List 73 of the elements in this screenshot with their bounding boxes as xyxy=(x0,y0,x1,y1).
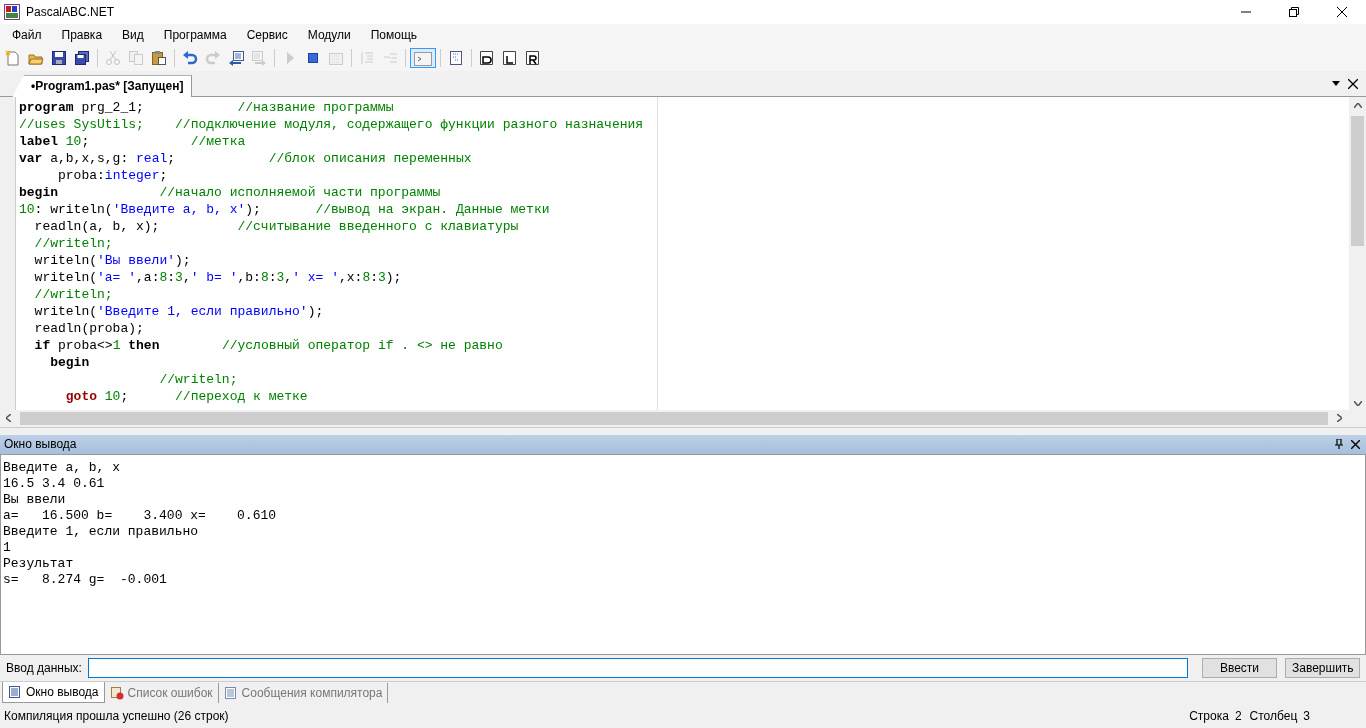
paste-icon[interactable] xyxy=(151,50,167,67)
error-list-icon xyxy=(109,686,124,701)
menu-item[interactable]: Модули xyxy=(299,27,359,42)
code-line: label 10; //метка xyxy=(18,133,247,151)
maximize-icon[interactable] xyxy=(1289,6,1299,17)
input-label: Ввод данных: xyxy=(6,661,82,676)
close-icon[interactable] xyxy=(1348,78,1358,89)
panel-title: Окно вывода xyxy=(4,437,78,452)
code-line: var a,b,x,s,g: real; //блок описания переменных xyxy=(18,150,473,168)
dialog-button[interactable]: Ввести xyxy=(1202,658,1277,679)
output-line: 1 xyxy=(3,539,12,556)
close-icon[interactable] xyxy=(1351,439,1360,449)
menu-item[interactable]: Вид xyxy=(114,27,152,42)
output-line: s= 8.274 g= -0.001 xyxy=(3,571,168,588)
document-icon xyxy=(223,686,238,701)
code-line: writeln('Введите 1, если правильно'); xyxy=(33,303,325,321)
code-line: //writeln; xyxy=(33,286,114,304)
menu-item[interactable]: Правка xyxy=(53,27,111,42)
code-line: readln(a, b, x); //считывание введенного с клавиатуры xyxy=(33,218,520,236)
document-r-icon[interactable] xyxy=(525,50,541,67)
code-line: begin xyxy=(49,354,91,372)
code-line: proba:integer; xyxy=(57,167,169,185)
window-title: PascalABC.NET xyxy=(26,4,116,19)
code-line: 10: writeln('Введите a, b, x'); //вывод на экран. Данные метки xyxy=(18,201,551,219)
output-line: Вы ввели xyxy=(3,491,67,508)
document-l-icon[interactable] xyxy=(502,50,518,67)
status-message: Компиляция прошла успешно (26 строк) xyxy=(4,709,230,724)
code-line: if proba<>1 then //условный оператор if . <> не равно xyxy=(33,337,504,355)
document-d-icon[interactable] xyxy=(479,50,495,67)
output-line: a= 16.500 b= 3.400 x= 0.610 xyxy=(3,507,278,524)
output-line: Введите a, b, x xyxy=(3,459,122,476)
indent-left-icon[interactable] xyxy=(228,50,244,67)
undo-arrow-icon[interactable] xyxy=(182,50,198,67)
save-all-icon[interactable] xyxy=(74,50,90,67)
list-icon[interactable] xyxy=(448,50,464,67)
scroll-left-icon[interactable] xyxy=(6,414,11,423)
dropdown-icon[interactable] xyxy=(1332,81,1340,87)
dialog-button[interactable]: Завершить xyxy=(1285,658,1360,679)
output-line: Результат xyxy=(3,555,75,572)
output-line: 16.5 3.4 0.61 xyxy=(3,475,106,492)
output-line: Введите 1, если правильно xyxy=(3,523,200,540)
menu-item[interactable]: Файл xyxy=(4,27,50,42)
file-tab[interactable]: •Program1.pas* [Запущен] xyxy=(12,75,193,98)
panel-tab[interactable]: Список ошибок xyxy=(104,683,219,704)
scroll-down-icon[interactable] xyxy=(1353,400,1362,406)
status-label: Столбец xyxy=(1249,709,1298,724)
pin-icon[interactable] xyxy=(1335,439,1343,450)
code-line: //writeln; xyxy=(33,235,114,253)
code-line: //uses SysUtils; //подключение модуля, содержащего функции разного назначения xyxy=(18,116,645,134)
code-line: readln(proba); xyxy=(33,320,145,338)
code-line: //writeln; xyxy=(158,371,239,389)
status-value: 2 xyxy=(1234,709,1242,724)
document-icon xyxy=(8,685,22,700)
panel-tab[interactable]: Сообщения компилятора xyxy=(218,683,389,704)
save-icon[interactable] xyxy=(51,50,67,67)
vertical-scrollbar[interactable] xyxy=(1349,97,1366,410)
code-line: program prg_2_1; //название программы xyxy=(18,99,395,117)
scroll-up-icon[interactable] xyxy=(1353,103,1362,109)
code-line: writeln('a= ',a:8:3,' b= ',b:8:3,' x= ',x:8:3); xyxy=(33,269,403,287)
scroll-right-icon[interactable] xyxy=(1337,414,1342,423)
code-line: begin //начало исполняемой части программы xyxy=(18,184,442,202)
input-field[interactable] xyxy=(87,658,1188,679)
panel-tab[interactable]: Окно вывода xyxy=(2,682,105,704)
app-logo-icon xyxy=(4,3,20,20)
menu-item[interactable]: Помощь xyxy=(362,27,426,42)
status-value: 3 xyxy=(1303,709,1310,724)
status-label: Строка xyxy=(1189,709,1229,724)
menu-item[interactable]: Программа xyxy=(155,27,235,42)
code-line: writeln('Вы ввели'); xyxy=(33,252,192,270)
menu-item[interactable]: Сервис xyxy=(238,27,296,42)
close-icon[interactable] xyxy=(1337,6,1347,17)
code-line: goto 10; //переход к метке xyxy=(64,388,309,406)
console-toggle-button[interactable] xyxy=(410,48,436,69)
